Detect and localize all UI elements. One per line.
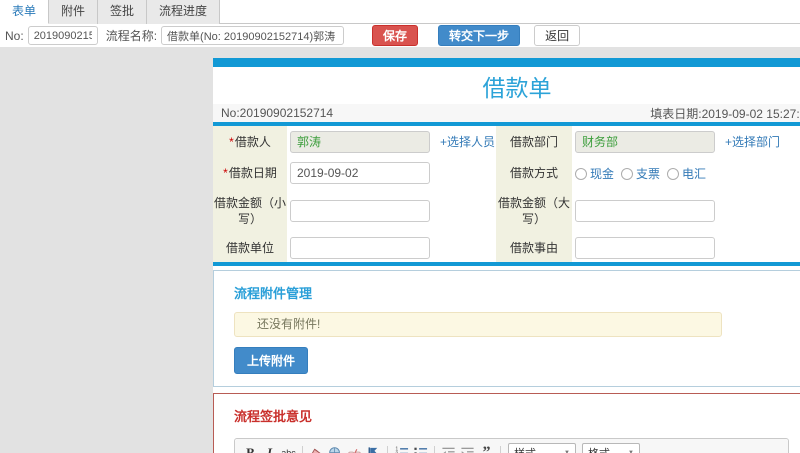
no-attachment-alert: 还没有附件!: [234, 312, 722, 337]
doc-number: No:20190902152714: [221, 106, 334, 120]
no-input[interactable]: [27, 26, 98, 45]
remove-format-button[interactable]: [307, 444, 326, 453]
tab-bar: 表单 附件 签批 流程进度: [0, 0, 800, 24]
anchor-button[interactable]: [364, 444, 383, 453]
bulleted-list-button[interactable]: [411, 444, 430, 453]
unit-label: 借款单位: [213, 233, 287, 262]
amount-lower-input[interactable]: [290, 200, 430, 222]
numbered-list-icon: 123: [395, 446, 409, 453]
process-name-label: 流程名称:: [105, 29, 158, 43]
bottom-blue-bar: [213, 262, 800, 266]
radio-icon[interactable]: [621, 167, 634, 180]
approval-heading: 流程签批意见: [234, 409, 313, 424]
toolbar-separator: [500, 445, 501, 453]
attachment-section: 流程附件管理 还没有附件! 上传附件: [213, 270, 800, 387]
tab-form[interactable]: 表单: [0, 0, 50, 24]
blockquote-button[interactable]: ”: [477, 444, 496, 453]
radio-cheque[interactable]: 支票: [621, 165, 660, 182]
process-name-input[interactable]: [161, 26, 345, 45]
loan-form: *借款人 +选择人员 借款部门 +选择部门 *借款日期 借款方式 现金 支票 电…: [213, 126, 800, 262]
link-button[interactable]: [326, 444, 345, 453]
unlink-icon: [347, 448, 362, 453]
outdent-icon: [442, 447, 455, 453]
indent-icon: [461, 447, 474, 453]
numbered-list-button[interactable]: 123: [392, 444, 411, 453]
toolbar: No: 流程名称: 保存 转交下一步 返回: [0, 24, 800, 47]
tab-progress[interactable]: 流程进度: [147, 0, 221, 24]
method-label: 借款方式: [496, 157, 572, 189]
loan-date-label: *借款日期: [213, 157, 287, 189]
select-person-link[interactable]: +选择人员: [440, 133, 495, 150]
strikethrough-button[interactable]: abc: [279, 444, 298, 453]
tab-sign[interactable]: 签批: [98, 0, 148, 24]
bold-button[interactable]: B: [241, 444, 260, 453]
radio-icon[interactable]: [667, 167, 680, 180]
department-label: 借款部门: [496, 126, 572, 157]
editor-toolbar: B I abc 1 ” ▼ ▼: [235, 439, 788, 453]
next-step-button[interactable]: 转交下一步: [438, 25, 521, 46]
select-department-link[interactable]: +选择部门: [725, 133, 780, 150]
amount-upper-label: 借款金额（大写）: [496, 189, 572, 233]
doc-meta-row: No:20190902152714 填表日期:2019-09-02 15:27:…: [213, 104, 800, 122]
form-panel: 借款单 No:20190902152714 填表日期:2019-09-02 15…: [213, 58, 800, 453]
bold-icon: B: [246, 445, 255, 453]
back-button[interactable]: 返回: [534, 25, 581, 46]
rich-text-editor: B I abc 1 ” ▼ ▼: [234, 438, 789, 453]
format-combo[interactable]: 格式▼: [582, 443, 640, 453]
italic-icon: I: [266, 445, 273, 453]
top-blue-bar: [213, 58, 800, 67]
toolbar-separator: [387, 445, 388, 453]
no-label: No:: [5, 28, 24, 43]
indent-button[interactable]: [458, 444, 477, 453]
amount-lower-label: 借款金额（小写）: [213, 189, 287, 233]
department-input[interactable]: [575, 130, 715, 153]
attachment-heading: 流程附件管理: [234, 286, 313, 301]
eraser-icon: [311, 448, 322, 453]
upload-attachment-button[interactable]: 上传附件: [234, 347, 309, 374]
unlink-button[interactable]: [345, 444, 364, 453]
save-button[interactable]: 保存: [372, 25, 419, 46]
radio-icon[interactable]: [575, 167, 587, 180]
required-asterisk: *: [223, 166, 228, 180]
outdent-button[interactable]: [439, 444, 458, 453]
link-icon: [329, 446, 340, 453]
italic-button[interactable]: I: [260, 444, 279, 453]
bulleted-list-icon: [414, 447, 428, 453]
borrower-input[interactable]: [290, 130, 430, 153]
flag-icon: [368, 446, 378, 453]
approval-section: 流程签批意见 B I abc 1 ” ▼ ▼: [213, 393, 800, 453]
radio-cash[interactable]: 现金: [575, 165, 614, 182]
required-asterisk: *: [229, 134, 234, 149]
reason-label: 借款事由: [496, 233, 572, 262]
blockquote-icon: ”: [482, 444, 491, 453]
radio-wire[interactable]: 电汇: [667, 165, 706, 182]
toolbar-separator: [302, 445, 303, 453]
reason-input[interactable]: [575, 236, 715, 259]
loan-date-input[interactable]: [290, 162, 430, 184]
toolbar-separator: [434, 445, 435, 453]
styles-combo[interactable]: 样式▼: [508, 443, 576, 453]
strikethrough-icon: abc: [281, 448, 296, 453]
fill-date: 填表日期:2019-09-02 15:27:14: [650, 106, 800, 121]
amount-upper-input[interactable]: [575, 200, 715, 222]
tab-attachment[interactable]: 附件: [49, 0, 99, 24]
borrower-label: *借款人: [213, 126, 287, 157]
page-title: 借款单: [482, 74, 552, 101]
unit-input[interactable]: [290, 236, 430, 259]
